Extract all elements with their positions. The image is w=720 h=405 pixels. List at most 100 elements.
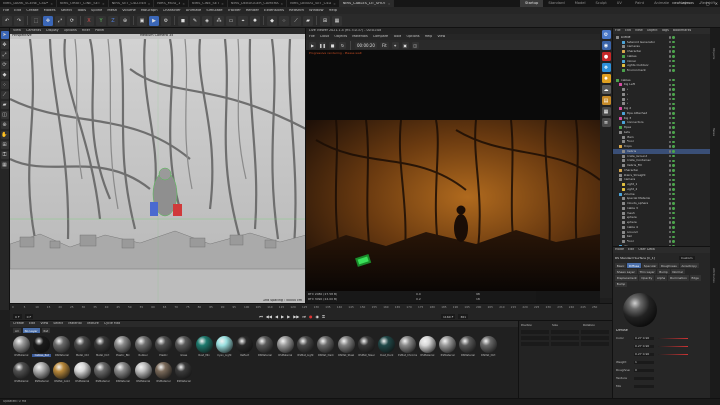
material-tab[interactable]: Displacement [615,275,639,281]
material-filter[interactable]: No Layer [22,328,40,333]
coord-field[interactable] [581,342,609,346]
grid-icon[interactable]: ▦ [0,161,9,169]
material-swatch[interactable]: RSMaterial [174,361,193,386]
material-tab[interactable]: Diffuse [627,263,641,269]
scale-icon[interactable]: ⤢ [0,51,9,59]
material-swatch[interactable]: RSMaterial [32,361,51,386]
render-visibility-icon[interactable] [672,116,675,120]
property-value[interactable]: 0.27 0.90 [634,344,654,349]
perspective-viewport[interactable]: View Cameras Display Options Filter Panel Per… [10,28,306,303]
menu-item[interactable]: Tracker [228,9,241,13]
document-tab[interactable]: NIRS_SET_C4D.c4d ✕ [109,0,155,7]
coord-field[interactable] [551,330,579,334]
editor-visibility-icon[interactable] [669,164,672,167]
render-visibility-icon[interactable] [672,154,675,158]
layout-tab[interactable]: Standard [543,0,569,7]
move-icon[interactable]: ✥ [43,15,53,26]
coord-field[interactable] [581,336,609,340]
render-visibility-icon[interactable] [672,126,675,129]
region-icon[interactable]: ▣ [401,41,409,49]
render-visibility-icon[interactable] [672,112,675,115]
render-visibility-icon[interactable] [672,140,675,144]
material-swatch[interactable]: RSMat_Dark [316,336,335,360]
material-tab[interactable]: Edge [689,275,701,281]
editor-visibility-icon[interactable] [669,216,672,220]
object-menu-item[interactable]: Object [647,29,658,32]
uv-icon[interactable]: ◫ [0,111,9,119]
render-visibility-icon[interactable] [672,183,675,186]
render-menu-item[interactable]: Options [406,35,419,38]
c4d-icon[interactable]: ◉ [601,41,611,50]
snapshot-icon[interactable]: ◫ [411,41,419,49]
camera-icon[interactable]: ⌖ [391,41,399,49]
axis-icon[interactable]: ⊕ [0,121,9,129]
move-icon[interactable]: ✥ [0,41,9,49]
material-swatch[interactable]: RSMat_Chrome [398,336,417,360]
render-visibility-icon[interactable] [672,226,675,229]
rotate-icon[interactable]: ⟳ [0,61,9,69]
editor-visibility-icon[interactable] [669,169,672,172]
render-visibility-icon[interactable] [672,197,675,201]
nodes-icon[interactable]: ❖ [601,63,611,72]
render-visibility-icon[interactable] [672,88,675,91]
key-icon[interactable]: ⚿ [322,314,325,319]
editor-visibility-icon[interactable] [669,102,672,106]
render-visibility-icon[interactable] [672,164,675,167]
menu-item[interactable]: Mesh [107,9,117,13]
render-visibility-icon[interactable] [672,40,675,44]
render-visibility-icon[interactable] [672,78,675,82]
editor-visibility-icon[interactable] [669,69,672,72]
material-menu-item[interactable]: Create [13,322,24,325]
material-swatch[interactable]: RSMaterial [134,361,153,386]
editor-visibility-icon[interactable] [669,221,672,224]
document-tab[interactable]: NIRS_DARK_SCENE_C4D* ✕ [0,0,57,7]
menu-item[interactable]: Select [61,9,72,13]
y-axis-toggle[interactable]: Y [96,15,106,26]
render-menu-item[interactable]: Materials [352,35,368,38]
layout-tab[interactable]: UV Edit [612,0,630,12]
property-value[interactable]: 0.27 0.90 [634,352,654,357]
material-swatch[interactable]: RSMaterial [418,336,437,360]
editor-visibility-icon[interactable] [669,88,672,91]
menu-item[interactable]: Window [309,9,324,13]
material-tab[interactable]: Roughness [659,263,679,269]
render-visibility-icon[interactable] [672,159,675,163]
end-frame-field[interactable]: 1160 F [441,313,456,320]
viewport-menu-item[interactable]: View [13,29,21,32]
model-mode-icon[interactable]: ◆ [267,15,277,26]
redshift-render-view[interactable]: Live Viewer 2021.1.4 (RS 3.0.37) - 00:01… [306,28,600,303]
cube-icon[interactable]: ◼ [178,15,188,26]
minimize-icon[interactable]: – [699,1,701,6]
material-swatch[interactable]: Rust_Mix [195,336,214,360]
cloud-icon[interactable]: ☁ [601,85,611,94]
render-visibility-icon[interactable] [672,145,675,148]
current-frame-field[interactable]: 0 F [24,313,34,320]
menu-item[interactable]: Animate [186,9,201,13]
material-swatch[interactable]: RSMaterial [438,336,457,360]
menu-item[interactable]: MoGraph [141,9,158,13]
editor-visibility-icon[interactable] [669,131,672,134]
polygons-mode-icon[interactable]: ▰ [303,15,313,26]
render-menu-item[interactable]: Tools [393,35,401,38]
timeline-ruler[interactable]: 0 5 10 15 20 25 30 35 40 45 50 55 60 65 70 75 80 85 90 95 10… [12,305,608,311]
material-swatch[interactable]: RSMaterial [256,336,275,360]
editor-visibility-icon[interactable] [669,145,672,148]
prev-key-icon[interactable]: ◀◀ [266,314,272,319]
editor-visibility-icon[interactable] [669,150,672,153]
material-tab[interactable]: Specular [641,263,659,269]
render-visibility-icon[interactable] [672,135,675,139]
viewport-scene[interactable] [10,39,306,303]
editor-visibility-icon[interactable] [669,112,672,115]
render-visibility-icon[interactable] [672,131,675,134]
material-swatch[interactable]: Metal_Old [73,336,92,360]
light-icon[interactable]: ✹ [250,15,260,26]
render-visibility-icon[interactable] [672,221,675,224]
editor-visibility-icon[interactable] [669,93,672,96]
x-axis-toggle[interactable]: X [84,15,94,26]
layout-tab[interactable]: Startup [520,0,544,7]
material-swatch[interactable]: Metal_Dirt [93,336,112,360]
render-menu-item[interactable]: View [437,35,445,38]
material-swatch[interactable]: Glass [174,336,193,360]
viewport-menu-item[interactable]: Panel [95,29,104,32]
frame-field[interactable]: 00:00:20 [355,41,377,49]
